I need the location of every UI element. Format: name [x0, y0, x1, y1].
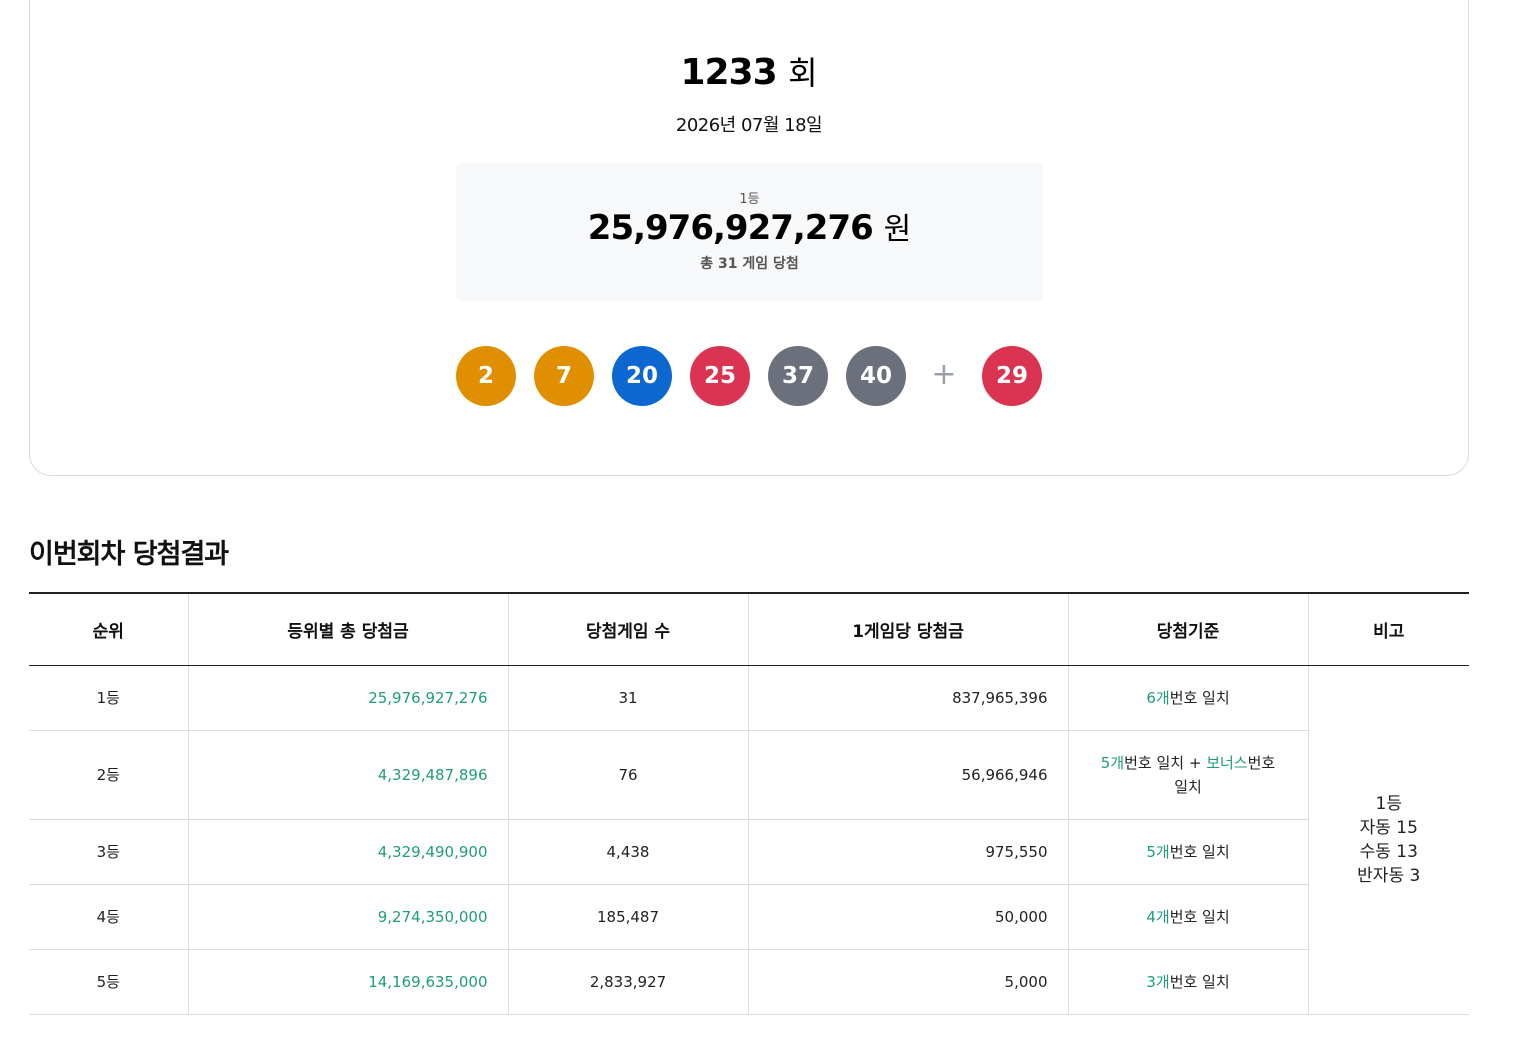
criteria-count: 6개 [1146, 688, 1170, 707]
winning-numbers: 2 7 20 25 37 40 + 29 [456, 346, 1056, 406]
rank-cell: 3등 [29, 819, 188, 885]
table-row: 1등 25,976,927,276 31 837,965,396 6개번호 일치… [29, 665, 1469, 1015]
games-cell: 76 [507, 730, 748, 820]
prize-winners: 총 31 게임 당첨 [700, 256, 799, 272]
criteria-cell: 4개번호 일치 [1067, 884, 1308, 950]
criteria-text: 번호 일치 [1169, 688, 1230, 707]
criteria-text: 번호 일치 [1169, 907, 1230, 926]
games-cell: 185,487 [507, 884, 748, 950]
criteria-count: 3개 [1146, 972, 1170, 991]
total-cell: 4,329,487,896 [187, 730, 508, 820]
criteria-bonus: 보너스 [1206, 753, 1248, 772]
draw-result-card: 1233 회 2026년 07월 18일 1등 25,976,927,276 원… [29, 0, 1469, 476]
note-line: 1등 [1375, 793, 1402, 814]
rank-cell: 5등 [29, 949, 188, 1015]
criteria-text: 번호 일치 + [1124, 753, 1207, 772]
plus-icon: + [931, 357, 957, 392]
criteria-count: 4개 [1146, 907, 1170, 926]
per-game-cell: 5,000 [747, 949, 1068, 1015]
header-games: 당첨게임 수 [507, 592, 748, 666]
criteria-text: 번호 일치 [1169, 972, 1230, 991]
note-cell: 1등 자동 15 수동 13 반자동 3 [1307, 665, 1469, 1015]
criteria-count: 5개 [1100, 753, 1125, 772]
header-per-game: 1게임당 당첨금 [747, 592, 1068, 666]
header-note: 비고 [1307, 592, 1469, 666]
ball-3: 20 [612, 346, 672, 406]
total-cell: 14,169,635,000 [187, 949, 508, 1015]
round-number: 1233 [680, 52, 777, 93]
per-game-cell: 837,965,396 [747, 665, 1068, 731]
ball-1: 2 [456, 346, 516, 406]
bonus-ball: 29 [982, 346, 1042, 406]
section-title: 이번회차 당첨결과 [29, 539, 229, 570]
results-table: 순위 등위별 총 당첨금 당첨게임 수 1게임당 당첨금 당첨기준 비고 1등 … [29, 592, 1469, 1015]
ball-5: 37 [768, 346, 828, 406]
criteria-count: 5개 [1146, 842, 1170, 861]
per-game-cell: 56,966,946 [747, 730, 1068, 820]
rank-cell: 2등 [29, 730, 188, 820]
ball-6: 40 [846, 346, 906, 406]
round-unit: 회 [788, 54, 818, 92]
header-rank: 순위 [29, 592, 188, 666]
rank-cell: 1등 [29, 665, 188, 731]
criteria-cell: 6개번호 일치 [1067, 665, 1308, 731]
games-cell: 31 [507, 665, 748, 731]
per-game-cell: 975,550 [747, 819, 1068, 885]
total-cell: 25,976,927,276 [187, 665, 508, 731]
games-cell: 4,438 [507, 819, 748, 885]
prize-amount-value: 25,976,927,276 [587, 208, 874, 248]
round-title: 1233 회 [30, 53, 1468, 93]
note-line: 수동 13 [1359, 841, 1418, 862]
ball-2: 7 [534, 346, 594, 406]
header-total: 등위별 총 당첨금 [187, 592, 508, 666]
criteria-cell: 5개번호 일치 + 보너스번호 일치 [1067, 730, 1308, 820]
draw-date: 2026년 07월 18일 [675, 115, 823, 136]
total-cell: 9,274,350,000 [187, 884, 508, 950]
criteria-cell: 5개번호 일치 [1067, 819, 1308, 885]
table-row: 3등 4,329,490,900 4,438 975,550 5개번호 일치 [29, 819, 1469, 885]
games-cell: 2,833,927 [507, 949, 748, 1015]
ball-4: 25 [690, 346, 750, 406]
first-prize-box: 1등 25,976,927,276 원 총 31 게임 당첨 [456, 162, 1043, 302]
criteria-text: 번호 일치 [1169, 842, 1230, 861]
criteria-cell: 3개번호 일치 [1067, 949, 1308, 1015]
table-row: 5등 14,169,635,000 2,833,927 5,000 3개번호 일… [29, 949, 1469, 1015]
prize-amount-unit: 원 [883, 212, 912, 247]
table-header-row: 순위 등위별 총 당첨금 당첨게임 수 1게임당 당첨금 당첨기준 비고 [29, 592, 1469, 666]
note-line: 반자동 3 [1357, 865, 1421, 886]
prize-amount: 25,976,927,276 원 [456, 207, 1043, 251]
per-game-cell: 50,000 [747, 884, 1068, 950]
header-criteria: 당첨기준 [1067, 592, 1308, 666]
rank-cell: 4등 [29, 884, 188, 950]
table-row: 2등 4,329,487,896 76 56,966,946 5개번호 일치 +… [29, 730, 1469, 820]
total-cell: 4,329,490,900 [187, 819, 508, 885]
table-row: 4등 9,274,350,000 185,487 50,000 4개번호 일치 [29, 884, 1469, 950]
note-line: 자동 15 [1359, 817, 1418, 838]
prize-rank: 1등 [739, 192, 760, 207]
